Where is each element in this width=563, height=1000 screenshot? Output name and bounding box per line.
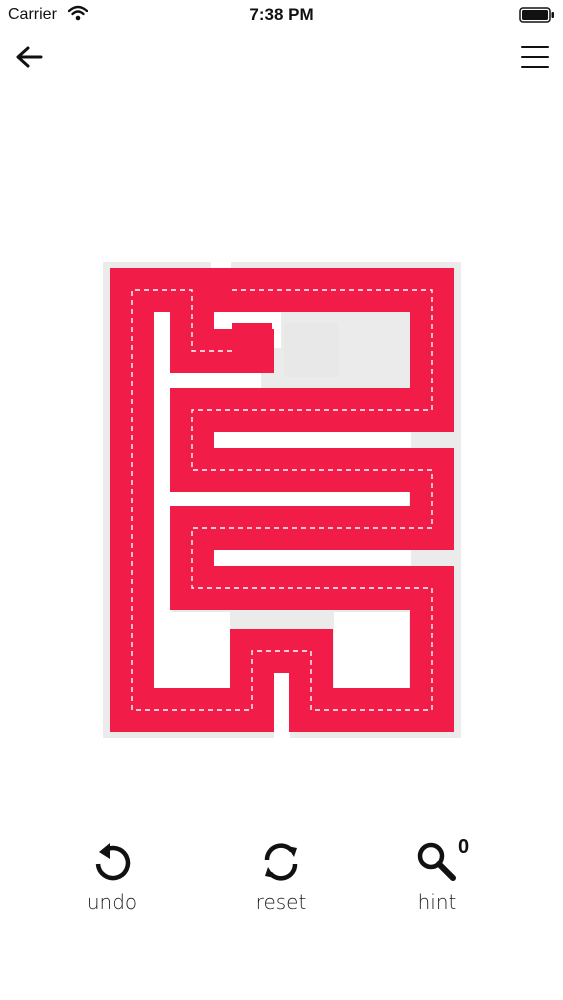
status-bar: Carrier 7:38 PM	[0, 0, 563, 30]
hamburger-menu-icon	[521, 46, 549, 68]
current-cell[interactable]	[232, 323, 272, 371]
empty-cell[interactable]	[284, 323, 338, 377]
status-time: 7:38 PM	[249, 5, 314, 24]
hint-count-badge: 0	[458, 836, 470, 858]
controls-bar: undo reset hint 0	[0, 830, 563, 930]
reset-label: reset	[255, 890, 307, 914]
hint-label: hint	[417, 890, 457, 914]
nav-bar	[0, 30, 563, 85]
hint-button[interactable]: hint	[387, 830, 487, 914]
battery-icon	[519, 7, 555, 28]
back-button[interactable]	[12, 42, 48, 72]
arrow-left-icon	[16, 46, 43, 68]
undo-icon	[95, 843, 131, 881]
magnifier-icon	[417, 842, 456, 881]
reset-button[interactable]: reset	[231, 830, 331, 914]
reset-icon	[264, 843, 298, 881]
undo-button[interactable]: undo	[62, 830, 162, 914]
undo-label: undo	[86, 890, 138, 914]
maze-board[interactable]	[103, 262, 461, 738]
menu-button[interactable]	[519, 42, 551, 72]
